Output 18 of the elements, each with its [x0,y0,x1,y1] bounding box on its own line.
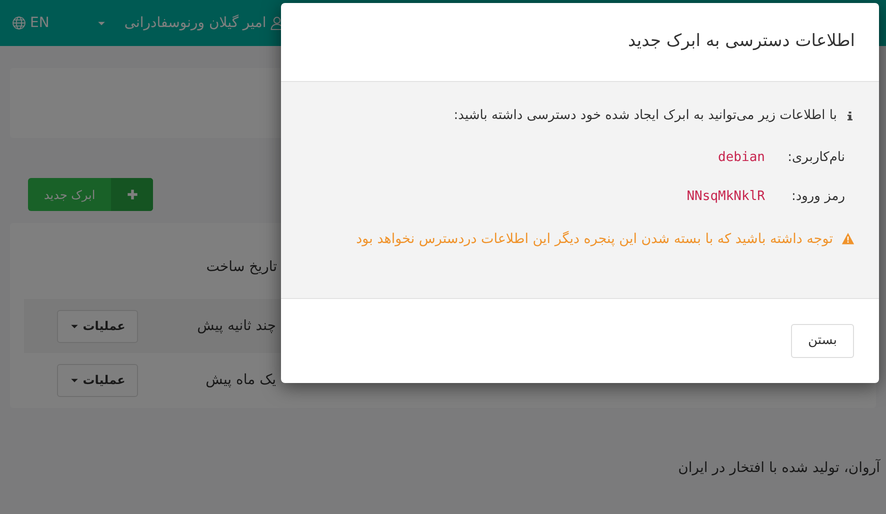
close-button[interactable]: بستن [791,324,854,358]
actions-dropdown[interactable]: عملیات [57,364,138,396]
dialog-title: اطلاعات دسترسی به ابرک جدید [628,30,855,54]
info-text: با اطلاعات زیر می‌توانید به ابرک ایجاد شده خود دسترسی داشته باشید: [454,107,837,125]
table-cell: یک ماه پیش [206,372,276,388]
field-value: debian [717,148,765,166]
globe-icon [12,16,26,30]
footer-text: آروان، تولید شده با افتخار در ایران [678,458,880,478]
field-value: NNsqMkNklR [686,188,765,206]
info-icon [845,110,855,122]
table-cell: چند ثانیه پیش [197,318,276,334]
field-label: نام‌کاربری: [786,148,845,166]
actions-dropdown[interactable]: عملیات [57,310,138,342]
column-header: تاریخ ساخت [206,258,277,274]
warning-text: توجه داشته باشید که با بسته شدن این پنجره دیگر این اطلاعات دردسترس نخواهد بود [356,230,833,248]
warning-icon [841,232,855,246]
plus-icon [126,189,138,200]
field-label: رمز ورود: [790,188,845,206]
